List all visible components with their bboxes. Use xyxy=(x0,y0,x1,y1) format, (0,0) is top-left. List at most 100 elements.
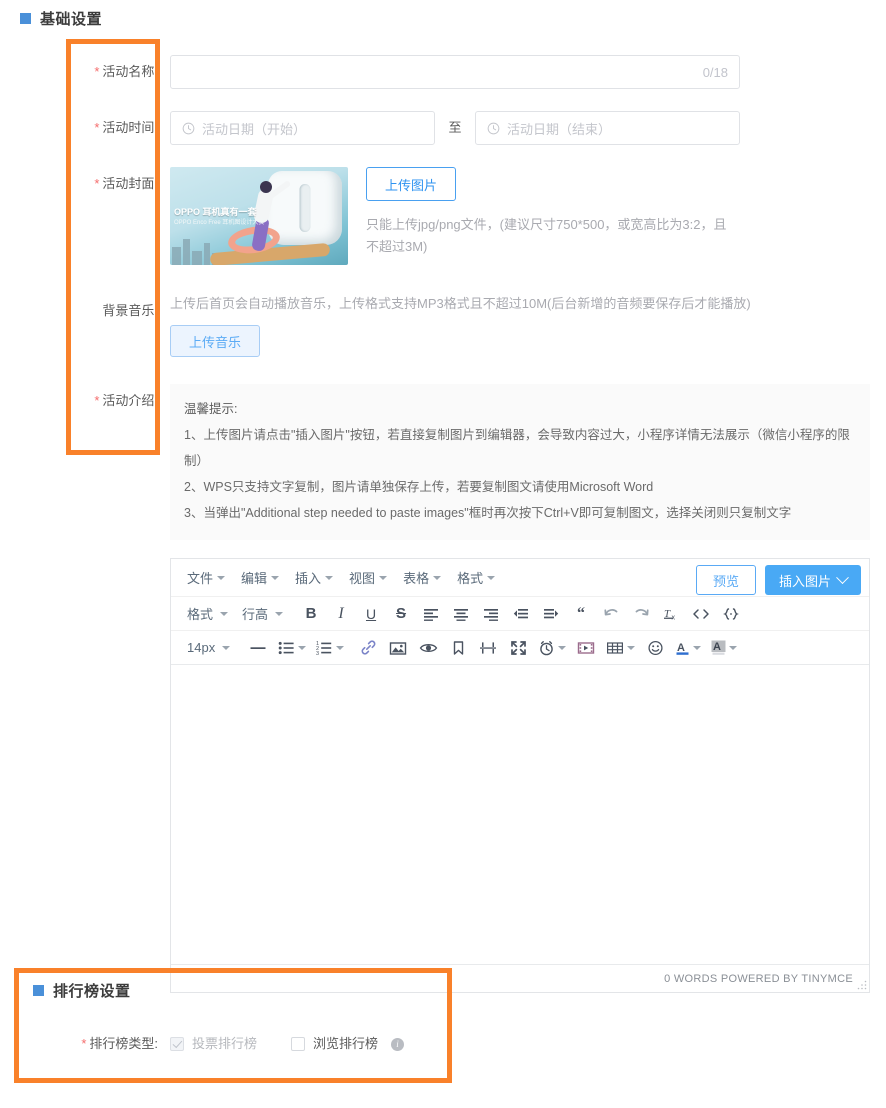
tips-box: 温馨提示: 1、上传图片请点击"插入图片"按钮，若直接复制图片到编辑器，会导致内… xyxy=(170,384,870,540)
form-row-activity-cover: * 活动封面: OPPO 耳机真有一套 OPPO Enco Free 耳机图设计… xyxy=(20,167,866,265)
tool-page-break[interactable] xyxy=(474,634,502,661)
tool-emoticon[interactable] xyxy=(641,634,669,661)
tool-insert-image[interactable] xyxy=(384,634,412,661)
required-asterisk: * xyxy=(94,176,100,191)
required-asterisk: * xyxy=(81,1036,87,1051)
checkbox-view-ranking[interactable]: 浏览排行榜 i xyxy=(291,1027,405,1061)
tool-horizontal-rule[interactable] xyxy=(244,634,272,661)
label-ranking-type: * 排行榜类型: xyxy=(81,1036,158,1051)
tool-insert-media[interactable] xyxy=(572,634,600,661)
tips-title: 温馨提示: xyxy=(184,402,238,416)
tool-fullscreen[interactable] xyxy=(504,634,532,661)
editor-word-count: 0 WORDS POWERED BY TINYMCE xyxy=(664,972,853,985)
editor-menu-insert[interactable]: 插入 xyxy=(287,564,341,591)
section-title-basic: 基础设置 xyxy=(40,11,103,28)
svg-text:x: x xyxy=(671,615,675,622)
tips-item: 1、上传图片请点击"插入图片"按钮，若直接复制图片到编辑器，会导致内容过大，小程… xyxy=(184,428,850,468)
tool-lineheight-select[interactable]: 行高 xyxy=(236,600,289,627)
chevron-down-icon xyxy=(271,575,280,580)
svg-text:3: 3 xyxy=(316,651,319,656)
info-icon[interactable]: i xyxy=(391,1037,405,1051)
tool-clear-formatting[interactable]: Tx xyxy=(657,600,685,627)
tool-format-select[interactable]: 格式 xyxy=(181,600,234,627)
editor-menubar: 文件 编辑 插入 视图 表格 格式 预览 插入图片 xyxy=(171,559,869,596)
tool-preview-eye[interactable] xyxy=(414,634,442,661)
activity-end-date-placeholder: 活动日期（结束） xyxy=(507,121,612,137)
checkbox-label-vote-ranking: 投票排行榜 xyxy=(192,1036,258,1051)
tool-text-color[interactable]: A xyxy=(671,634,705,661)
editor-menu-format[interactable]: 格式 xyxy=(449,564,503,591)
editor-content-area[interactable] xyxy=(171,664,869,964)
tool-underline[interactable]: U xyxy=(357,600,385,627)
label-activity-cover: * 活动封面: xyxy=(94,176,158,191)
editor-menu-file[interactable]: 文件 xyxy=(179,564,233,591)
preview-button[interactable]: 预览 xyxy=(695,565,756,595)
insert-image-button[interactable]: 插入图片 xyxy=(764,565,861,595)
tool-align-left[interactable] xyxy=(417,600,445,627)
tool-source-code[interactable] xyxy=(687,600,715,627)
thumbnail-person-head xyxy=(260,181,272,193)
chevron-down-icon xyxy=(487,575,496,580)
tool-bullet-list[interactable] xyxy=(274,634,310,661)
tool-bold[interactable]: B xyxy=(297,600,325,627)
tool-numbered-list[interactable]: 123 xyxy=(312,634,348,661)
editor-menu-view[interactable]: 视图 xyxy=(341,564,395,591)
editor-toolbar-row-3: 14px 123 A A xyxy=(171,630,869,664)
tips-item: 3、当弹出"Additional step needed to paste im… xyxy=(184,506,792,520)
tool-table[interactable] xyxy=(602,634,639,661)
thumbnail-subtitle-text: OPPO Enco Free 耳机图设计大赛 xyxy=(174,220,265,226)
required-asterisk: * xyxy=(94,64,100,79)
upload-music-button[interactable]: 上传音乐 xyxy=(170,325,261,357)
background-music-note: 上传后首页会自动播放音乐，上传格式支持MP3格式且不超过10M(后台新增的音频要… xyxy=(170,296,751,311)
required-asterisk: * xyxy=(94,393,100,408)
editor-menu-edit[interactable]: 编辑 xyxy=(233,564,287,591)
tool-outdent[interactable] xyxy=(507,600,535,627)
tool-insert-datetime[interactable] xyxy=(534,634,570,661)
checkbox-box-icon xyxy=(291,1037,306,1051)
tool-code-sample[interactable] xyxy=(717,600,745,627)
chevron-down-icon xyxy=(379,575,388,580)
resize-handle-icon[interactable] xyxy=(857,980,867,990)
tool-link[interactable] xyxy=(354,634,382,661)
editor-status-bar: 0 WORDS POWERED BY TINYMCE xyxy=(171,964,869,992)
chevron-down-icon xyxy=(217,575,226,580)
section-header-basic: 基础设置 xyxy=(20,8,102,29)
checkbox-box-checked-icon xyxy=(170,1037,184,1051)
section-marker-icon xyxy=(20,13,31,24)
chevron-down-icon xyxy=(558,645,567,650)
chevron-down-icon xyxy=(275,611,284,616)
clock-icon xyxy=(182,122,195,134)
tool-bookmark[interactable] xyxy=(444,634,472,661)
tool-background-color[interactable]: A xyxy=(707,634,741,661)
tool-align-center[interactable] xyxy=(447,600,475,627)
cover-thumbnail[interactable]: OPPO 耳机真有一套 OPPO Enco Free 耳机图设计大赛 xyxy=(170,167,348,265)
tool-strikethrough[interactable]: S xyxy=(387,600,415,627)
form-row-background-music: 背景音乐: 上传后首页会自动播放音乐，上传格式支持MP3格式且不超过10M(后台… xyxy=(20,294,866,357)
label-activity-time: * 活动时间: xyxy=(94,120,158,135)
insert-image-label: 插入图片 xyxy=(778,573,831,589)
chevron-down-icon xyxy=(693,645,702,650)
chevron-down-icon xyxy=(336,645,345,650)
section-header-ranking: 排行榜设置 xyxy=(33,980,131,1001)
form-row-activity-time: * 活动时间: 活动日期（开始） 至 活动日期（结束） xyxy=(20,111,866,145)
activity-name-input[interactable]: 0/18 xyxy=(170,55,740,89)
tool-indent[interactable] xyxy=(537,600,565,627)
activity-end-date-input[interactable]: 活动日期（结束） xyxy=(475,111,740,145)
form-row-activity-name: * 活动名称: 0/18 xyxy=(20,55,866,89)
checkbox-label-view-ranking: 浏览排行榜 xyxy=(313,1036,379,1051)
date-range-separator: 至 xyxy=(448,120,462,135)
tool-align-right[interactable] xyxy=(477,600,505,627)
activity-start-date-input[interactable]: 活动日期（开始） xyxy=(170,111,435,145)
svg-text:A: A xyxy=(677,642,685,654)
upload-image-button[interactable]: 上传图片 xyxy=(366,167,457,201)
chevron-down-icon xyxy=(220,611,229,616)
editor-menu-table[interactable]: 表格 xyxy=(395,564,449,591)
chevron-down-icon xyxy=(836,570,849,584)
tool-fontsize-select[interactable]: 14px xyxy=(181,634,236,661)
section-marker-icon xyxy=(33,985,44,996)
checkbox-vote-ranking[interactable]: 投票排行榜 xyxy=(170,1027,257,1061)
tool-italic[interactable]: I xyxy=(327,600,355,627)
tool-undo[interactable] xyxy=(597,600,625,627)
tool-redo[interactable] xyxy=(627,600,655,627)
tool-blockquote[interactable]: “ xyxy=(567,600,595,627)
